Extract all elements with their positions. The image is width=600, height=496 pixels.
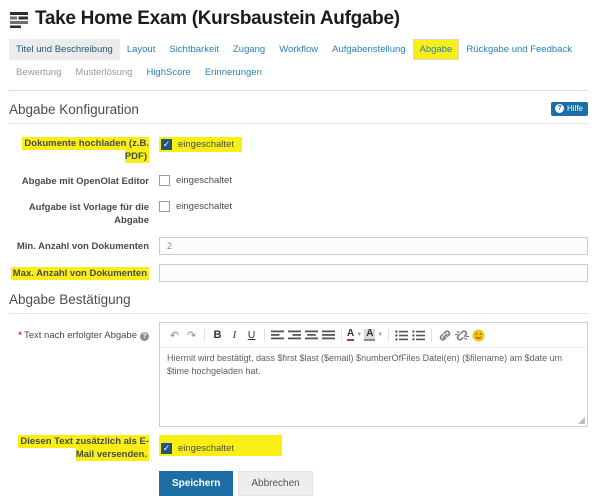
tab-layout[interactable]: Layout bbox=[120, 39, 163, 60]
tab-rueckgabe-und-feedback[interactable]: Rückgabe und Feedback bbox=[459, 39, 579, 60]
form-row-upload-documents: Dokumente hochladen (z.B. PDF) eingescha… bbox=[9, 137, 588, 163]
send-email-checkbox[interactable] bbox=[161, 443, 172, 454]
form-row-confirmation-text: *Text nach erfolgter Abgabe? ↶ ↷ B I U bbox=[9, 322, 588, 427]
align-center-icon[interactable] bbox=[303, 327, 320, 343]
section-confirmation-title: Abgabe Bestätigung bbox=[9, 292, 131, 307]
underline-icon[interactable]: U bbox=[243, 327, 260, 343]
max-documents-input[interactable] bbox=[159, 264, 588, 282]
openolat-editor-label: Abgabe mit OpenOlat Editor bbox=[9, 175, 159, 188]
required-marker: * bbox=[18, 330, 22, 341]
emoji-icon[interactable] bbox=[470, 327, 487, 343]
openolat-editor-checkbox[interactable] bbox=[159, 175, 170, 186]
link-icon[interactable] bbox=[436, 327, 453, 343]
tab-zugang[interactable]: Zugang bbox=[226, 39, 272, 60]
tab-musterloesung[interactable]: Musterlösung bbox=[68, 62, 139, 83]
tab-highscore[interactable]: HighScore bbox=[139, 62, 197, 83]
confirmation-text-value: Hiermit wird bestätigt, dass $first $las… bbox=[167, 353, 562, 376]
page-header: Take Home Exam (Kursbaustein Aufgabe) bbox=[9, 8, 588, 30]
tab-abgabe[interactable]: Abgabe bbox=[413, 39, 460, 60]
tab-bar-primary: Titel und Beschreibung Layout Sichtbarke… bbox=[9, 39, 588, 60]
toolbar-separator bbox=[204, 328, 205, 342]
section-confirmation-header: Abgabe Bestätigung bbox=[9, 292, 588, 307]
section-config-header: Abgabe Konfiguration ? Hilfe bbox=[9, 102, 588, 117]
course-element-config-page: Take Home Exam (Kursbaustein Aufgabe) Ti… bbox=[0, 0, 600, 496]
undo-icon[interactable]: ↶ bbox=[166, 327, 183, 343]
section-divider bbox=[9, 123, 588, 124]
tab-titel-und-beschreibung[interactable]: Titel und Beschreibung bbox=[9, 39, 120, 60]
text-color-icon[interactable]: A▼ bbox=[346, 327, 363, 343]
editor-toolbar: ↶ ↷ B I U bbox=[160, 323, 587, 348]
help-button-label: Hilfe bbox=[567, 104, 583, 113]
question-circle-icon: ? bbox=[140, 332, 149, 341]
form-row-openolat-editor: Abgabe mit OpenOlat Editor eingeschaltet bbox=[9, 175, 588, 189]
form-row-min-documents: Min. Anzahl von Dokumenten bbox=[9, 237, 588, 255]
editor-content-area[interactable]: Hiermit wird bestätigt, dass $first $las… bbox=[160, 348, 587, 426]
align-left-icon[interactable] bbox=[269, 327, 286, 343]
page-title: Take Home Exam (Kursbaustein Aufgabe) bbox=[35, 8, 400, 30]
toolbar-separator bbox=[431, 328, 432, 342]
tab-erinnerungen[interactable]: Erinnerungen bbox=[198, 62, 269, 83]
openolat-editor-checkbox-label: eingeschaltet bbox=[176, 175, 232, 186]
redo-icon[interactable]: ↷ bbox=[183, 327, 200, 343]
toolbar-separator bbox=[341, 328, 342, 342]
section-divider bbox=[9, 313, 588, 314]
tab-sichtbarkeit[interactable]: Sichtbarkeit bbox=[162, 39, 226, 60]
unlink-icon[interactable] bbox=[453, 327, 470, 343]
rich-text-editor: ↶ ↷ B I U bbox=[159, 322, 588, 427]
form-footer: Speichern Abbrechen bbox=[9, 471, 588, 496]
min-documents-label: Min. Anzahl von Dokumenten bbox=[9, 240, 159, 253]
min-documents-input[interactable] bbox=[159, 237, 588, 255]
confirmation-text-label: *Text nach erfolgter Abgabe? bbox=[9, 322, 159, 342]
cancel-button[interactable]: Abbrechen bbox=[238, 471, 312, 496]
numbered-list-icon[interactable] bbox=[410, 327, 427, 343]
tab-bar-secondary: Bewertung Musterlösung HighScore Erinner… bbox=[9, 62, 588, 91]
tab-workflow[interactable]: Workflow bbox=[272, 39, 325, 60]
template-for-submission-checkbox-label: eingeschaltet bbox=[176, 201, 232, 212]
tab-bewertung[interactable]: Bewertung bbox=[9, 62, 68, 83]
upload-documents-checkbox[interactable] bbox=[161, 139, 172, 150]
send-email-label: Diesen Text zusätzlich als E-Mail versen… bbox=[9, 435, 159, 461]
send-email-checkbox-label: eingeschaltet bbox=[178, 443, 234, 454]
upload-documents-checkbox-label: eingeschaltet bbox=[178, 139, 234, 150]
form-row-max-documents: Max. Anzahl von Dokumenten bbox=[9, 264, 588, 282]
background-color-icon[interactable]: A▼ bbox=[363, 327, 384, 343]
align-right-icon[interactable] bbox=[286, 327, 303, 343]
align-justify-icon[interactable] bbox=[320, 327, 337, 343]
section-config-title: Abgabe Konfiguration bbox=[9, 102, 139, 117]
template-for-submission-label: Aufgabe ist Vorlage für die Abgabe bbox=[9, 201, 159, 227]
form-row-send-email: Diesen Text zusätzlich als E-Mail versen… bbox=[9, 435, 588, 461]
form-row-template-for-submission: Aufgabe ist Vorlage für die Abgabe einge… bbox=[9, 201, 588, 227]
tab-aufgabenstellung[interactable]: Aufgabenstellung bbox=[325, 39, 412, 60]
task-list-icon bbox=[9, 11, 29, 28]
template-for-submission-checkbox[interactable] bbox=[159, 201, 170, 212]
help-button[interactable]: ? Hilfe bbox=[551, 102, 588, 116]
question-circle-icon: ? bbox=[555, 104, 564, 113]
resize-handle-icon[interactable] bbox=[578, 417, 585, 424]
bullet-list-icon[interactable] bbox=[393, 327, 410, 343]
max-documents-label: Max. Anzahl von Dokumenten bbox=[9, 267, 159, 280]
bold-icon[interactable]: B bbox=[209, 327, 226, 343]
upload-documents-label: Dokumente hochladen (z.B. PDF) bbox=[9, 137, 159, 163]
toolbar-separator bbox=[388, 328, 389, 342]
italic-icon[interactable]: I bbox=[226, 327, 243, 343]
toolbar-separator bbox=[264, 328, 265, 342]
save-button[interactable]: Speichern bbox=[159, 471, 233, 496]
